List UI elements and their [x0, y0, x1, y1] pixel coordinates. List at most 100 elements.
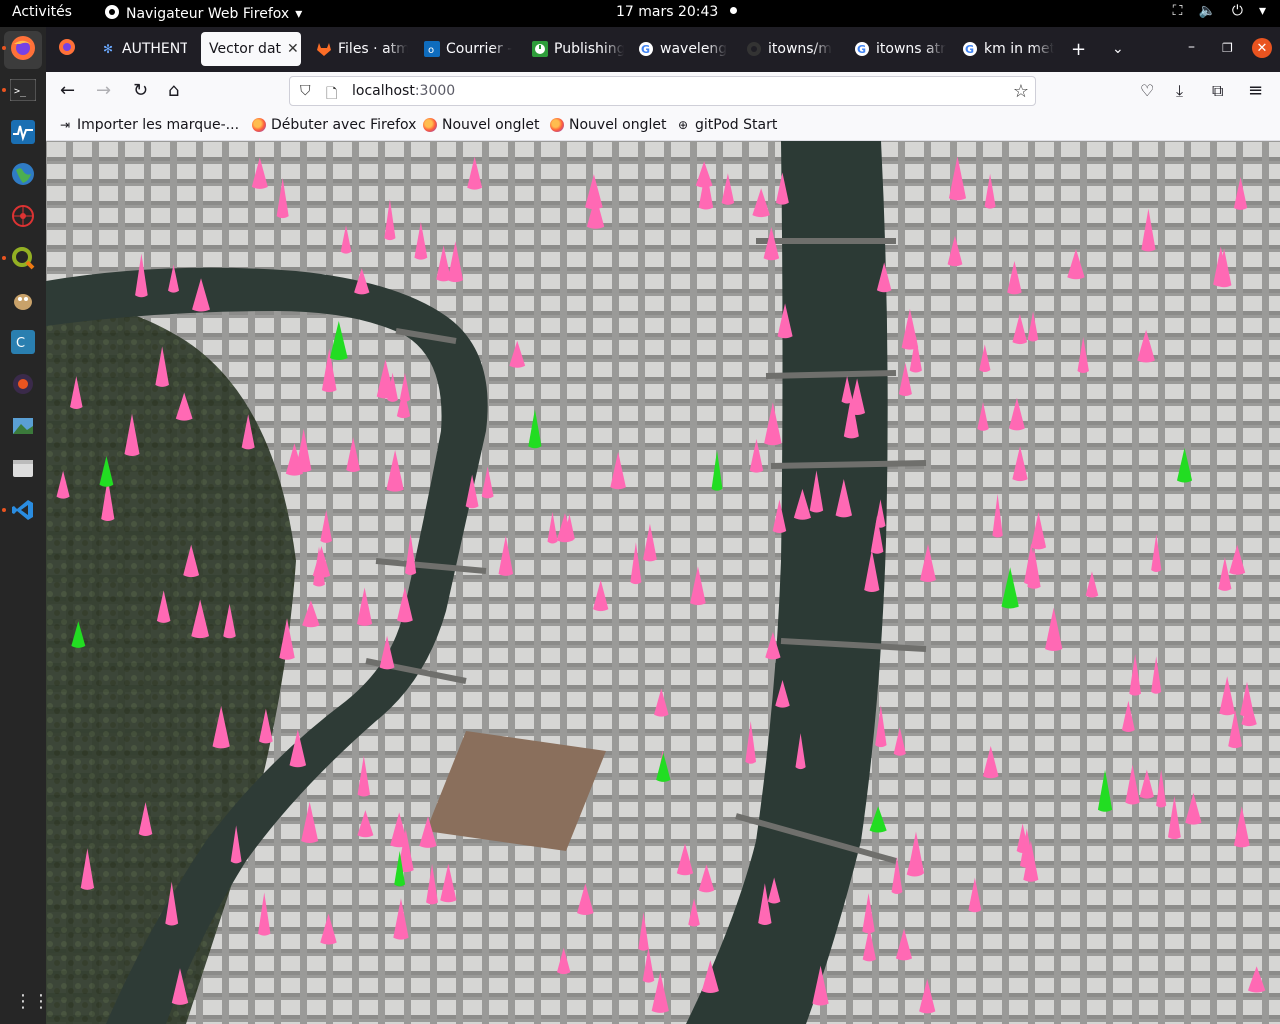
outlook-icon: o	[424, 41, 440, 57]
map-canvas[interactable]	[46, 141, 1280, 1024]
dock-network[interactable]	[4, 199, 42, 237]
bookmark-nouvel-onglet-2[interactable]: Nouvel onglet	[550, 117, 666, 133]
tab-courrier[interactable]: o Courrier -	[416, 32, 516, 66]
bookmark-label: Importer les marque-...	[77, 117, 240, 133]
gear-icon: ✻	[102, 42, 114, 56]
tab-label: itowns/m	[768, 41, 832, 57]
svg-text:o: o	[428, 45, 434, 56]
dock-system-monitor[interactable]	[4, 115, 42, 153]
page-icon[interactable]: 🗋	[326, 83, 337, 107]
firefox-icon	[550, 118, 564, 132]
network-icon: ⛶	[1172, 3, 1183, 19]
reload-icon[interactable]: ↻	[133, 81, 148, 101]
chevron-down-icon: ▾	[295, 6, 303, 22]
network-icon	[11, 204, 35, 232]
restore-window-icon[interactable]: ❐	[1222, 41, 1233, 55]
google-icon: G	[962, 41, 978, 57]
firefox-view-button[interactable]	[58, 38, 76, 61]
new-tab-plus-icon[interactable]: +	[1071, 39, 1086, 60]
tab-label: Files · atm	[338, 41, 408, 57]
tab-label: Publishing	[554, 41, 624, 57]
url-bar[interactable]: ⛉ 🗋 localhost:3000 ☆	[289, 76, 1036, 106]
system-top-bar: Activités Navigateur Web Firefox ▾ 17 ma…	[0, 0, 1280, 27]
navigation-toolbar: ← → ↻ ⌂ ⛉ 🗋 localhost:3000 ☆ ♡ ⤓ ⧉ ≡	[46, 72, 1280, 110]
bookmark-nouvel-onglet-1[interactable]: Nouvel onglet	[423, 117, 539, 133]
clock[interactable]: 17 mars 20:43	[616, 4, 738, 20]
tab-authent[interactable]: ✻ AUTHENT	[92, 32, 187, 66]
tab-publishing[interactable]: Publishing	[524, 32, 624, 66]
system-tray[interactable]: ⛶ 🔈 ⏻ ▾	[1173, 3, 1266, 19]
gitlab-icon	[316, 41, 332, 57]
dock-qgis[interactable]	[2, 241, 42, 279]
app-menu-label: Navigateur Web Firefox	[126, 6, 290, 22]
url-text[interactable]: localhost:3000	[352, 83, 455, 99]
bookmark-label: Débuter avec Firefox	[271, 117, 417, 133]
tab-itowns-search[interactable]: G itowns atr	[846, 32, 946, 66]
tab-label: km in met	[984, 41, 1054, 57]
dock-tool[interactable]	[4, 367, 42, 405]
tab-itowns-github[interactable]: itowns/m	[738, 32, 838, 66]
running-indicator-icon	[2, 256, 6, 260]
pocket-icon[interactable]: ♡	[1140, 81, 1154, 101]
dock-firefox[interactable]	[2, 31, 42, 69]
tab-wavelength[interactable]: G waveleng	[630, 32, 730, 66]
globe-icon: ⊕	[677, 118, 689, 132]
firefox-icon	[10, 35, 36, 65]
tab-km-in-meters[interactable]: G km in met	[954, 32, 1054, 66]
volume-icon: 🔈	[1198, 3, 1216, 19]
home-icon[interactable]: ⌂	[168, 81, 179, 101]
qtcreator-icon: C	[11, 330, 35, 358]
bookmark-label: Nouvel onglet	[442, 117, 540, 133]
dock-globe[interactable]	[4, 157, 42, 195]
shield-icon[interactable]: ⛉	[300, 83, 311, 99]
tab-label: Courrier -	[446, 41, 513, 57]
dock: >_ C ⋮⋮	[0, 27, 50, 1024]
bookmark-gitpod-start[interactable]: ⊕ gitPod Start	[676, 117, 777, 133]
tab-strip: ✻ AUTHENT Vector dat ✕ Files · atm o Cou…	[46, 27, 1280, 72]
minimize-window-icon[interactable]: –	[1188, 39, 1195, 55]
downloads-icon[interactable]: ⤓	[1176, 81, 1183, 101]
import-icon: ⇥	[59, 118, 71, 132]
bookmark-star-icon[interactable]: ☆	[1013, 81, 1029, 102]
list-all-tabs-chevron-icon[interactable]: ⌄	[1112, 41, 1124, 57]
google-icon: G	[638, 41, 654, 57]
extensions-icon[interactable]: ⧉	[1212, 81, 1223, 101]
forward-arrow-icon[interactable]: →	[96, 81, 111, 101]
dock-screenshot[interactable]	[4, 409, 42, 447]
dock-qtcreator[interactable]: C	[4, 325, 42, 363]
firefox-icon	[58, 39, 76, 61]
chevron-down-icon: ▾	[1258, 3, 1266, 19]
globe-icon	[11, 162, 35, 190]
dock-vscode[interactable]	[2, 493, 42, 531]
bookmark-debuter-firefox[interactable]: Débuter avec Firefox	[252, 117, 416, 133]
clock-text: 17 mars 20:43	[616, 4, 719, 20]
show-apps-grid-icon[interactable]: ⋮⋮	[14, 991, 50, 1012]
tab-vector-data[interactable]: Vector dat ✕	[201, 32, 301, 66]
close-window-icon[interactable]: ✕	[1252, 38, 1272, 58]
running-indicator-icon	[2, 46, 6, 50]
notification-dot-icon	[730, 7, 738, 14]
svg-text:G: G	[857, 43, 866, 56]
tab-files[interactable]: Files · atm	[308, 32, 408, 66]
qgis-icon	[11, 246, 35, 274]
dock-files[interactable]	[4, 451, 42, 489]
app-menu[interactable]: Navigateur Web Firefox ▾	[104, 4, 302, 24]
bookmark-import[interactable]: ⇥ Importer les marque-...	[58, 117, 239, 133]
back-arrow-icon[interactable]: ←	[60, 81, 75, 101]
screenshot-icon	[11, 414, 35, 442]
dock-terminal[interactable]: >_	[2, 73, 42, 111]
tool-icon	[11, 372, 35, 400]
close-tab-icon[interactable]: ✕	[287, 41, 299, 57]
map-viewport[interactable]	[46, 141, 1280, 1024]
system-monitor-icon	[11, 120, 35, 148]
clock-icon	[532, 41, 548, 57]
tab-label: AUTHENT	[122, 41, 187, 57]
url-port: :3000	[414, 83, 456, 99]
svg-text:>_: >_	[14, 86, 27, 97]
hamburger-menu-icon[interactable]: ≡	[1248, 81, 1263, 101]
terminal-icon: >_	[9, 78, 37, 105]
power-icon: ⏻	[1231, 3, 1243, 19]
dock-gimp[interactable]	[4, 283, 42, 321]
running-indicator-icon	[2, 88, 6, 92]
activities-button[interactable]: Activités	[12, 4, 72, 20]
